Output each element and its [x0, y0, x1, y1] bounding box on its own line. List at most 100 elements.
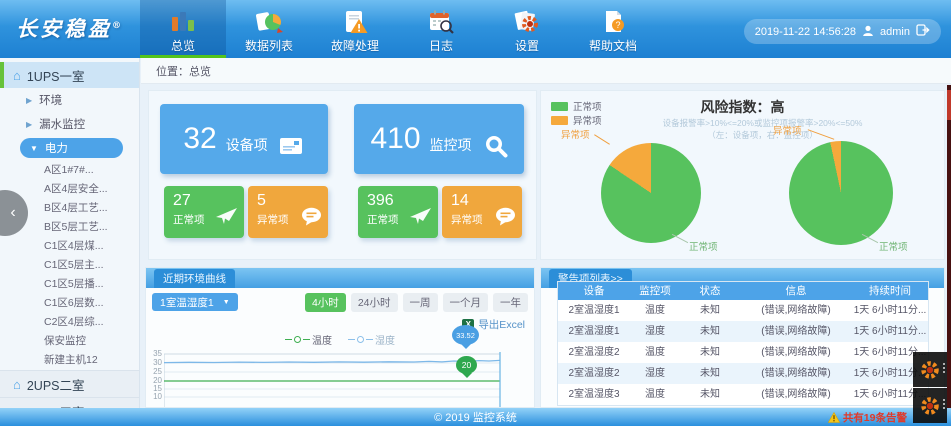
- warning-triangle-icon: [828, 412, 840, 423]
- export-excel-label: 导出Excel: [478, 317, 525, 332]
- risk-index-title: 风险指数：高: [541, 97, 944, 117]
- cell-info: (错误,网络故障): [740, 384, 852, 405]
- cell-status: 未知: [680, 342, 740, 363]
- sidebar-branch-label: 环境: [39, 92, 62, 108]
- chevron-down-icon: ▼: [223, 299, 230, 306]
- cell-duration: 1天 6小时11分...: [852, 321, 928, 342]
- device-normal-card[interactable]: 27 正常项: [164, 186, 244, 238]
- footer-bar: © 2019 监控系统 共有19条告警: [0, 408, 951, 426]
- sidebar-leaf[interactable]: C1区5层播...: [0, 275, 139, 294]
- device-count: 32: [183, 122, 216, 156]
- copyright-text: © 2019 监控系统: [434, 409, 517, 425]
- sidebar-branch-power-selected[interactable]: ▼ 电力: [20, 138, 123, 158]
- sidebar-branch-label: 电力: [45, 140, 68, 156]
- home-icon: ⌂: [13, 69, 21, 82]
- trend-line-chart[interactable]: [164, 350, 504, 408]
- table-row[interactable]: 2室温湿度3 温度 未知 (错误,网络故障) 1天 6小时11分...: [558, 384, 928, 405]
- risk-index-note: （左：设备项，右：监控项）: [581, 129, 944, 141]
- range-button-month[interactable]: 一个月: [443, 293, 489, 312]
- callout-line: [672, 234, 688, 243]
- range-button-24h[interactable]: 24小时: [351, 293, 398, 312]
- sidebar-group-2ups[interactable]: ⌂ 2UPS二室: [0, 370, 139, 397]
- table-row[interactable]: 2室温湿度2 温度 未知 (错误,网络故障) 1天 6小时11分...: [558, 342, 928, 363]
- nav-tab-settings[interactable]: 设置: [484, 0, 570, 58]
- alert-summary[interactable]: 共有19条告警: [828, 410, 907, 425]
- nav-tab-label: 数据列表: [245, 38, 293, 54]
- monitor-count: 410: [370, 122, 420, 156]
- cell-info: (错误,网络故障): [740, 342, 852, 363]
- cell-monitor: 温度: [630, 384, 680, 405]
- calendar-log-icon: [426, 6, 456, 38]
- device-abnormal-card[interactable]: 5 异常项: [248, 186, 328, 238]
- table-row[interactable]: 2室温湿度1 湿度 未知 (错误,网络故障) 1天 6小时11分...: [558, 321, 928, 342]
- overlay-gear-widget-top[interactable]: [913, 352, 947, 387]
- sidebar-leaf[interactable]: C1区4层煤...: [0, 237, 139, 256]
- alerts-table-header-row: 设备 监控项 状态 信息 持续时间: [558, 282, 928, 300]
- right-edge-strip: [947, 85, 951, 408]
- sidebar-leaf[interactable]: 新建主机12: [0, 351, 139, 370]
- cell-monitor: 温度: [630, 342, 680, 363]
- temperature-value-pin: 20: [456, 356, 477, 374]
- sensor-select-value: 1室温湿度1: [160, 295, 214, 310]
- nav-tab-help-docs[interactable]: ? 帮助文档: [570, 0, 656, 58]
- more-dots-icon: [943, 363, 945, 373]
- trend-panel: 近期环境曲线 1室温湿度1 ▼ 4小时 24小时 一周 一个月 一年 X 导出E…: [145, 267, 535, 408]
- range-button-week[interactable]: 一周: [403, 293, 438, 312]
- nav-tab-logs[interactable]: 日志: [398, 0, 484, 58]
- nav-tab-label: 总览: [171, 38, 195, 54]
- svg-text:?: ?: [615, 20, 620, 30]
- chevron-right-icon: ▶: [26, 96, 32, 105]
- monitor-abnormal-card[interactable]: 14 异常项: [442, 186, 522, 238]
- sidebar-tree: ⌂ 1UPS一室 ▶ 环境 ▶ 漏水监控 ▼ 电力 A区1#7#... A区4层…: [0, 58, 140, 408]
- alert-summary-text: 共有19条告警: [843, 410, 907, 425]
- nav-tab-fault-handling[interactable]: 故障处理: [312, 0, 398, 58]
- column-header: 设备: [558, 282, 630, 300]
- table-row[interactable]: 2室温湿度1 温度 未知 (错误,网络故障) 1天 6小时11分...: [558, 300, 928, 321]
- app-logo: 长安稳盈®: [16, 13, 121, 43]
- pie-chart-icon: [254, 6, 284, 38]
- sidebar-group-3ups[interactable]: ⌂ 3UPS三室: [0, 397, 139, 408]
- trend-panel-header: 近期环境曲线: [146, 268, 534, 288]
- pie-callout-abnormal: 异常项: [773, 123, 802, 137]
- cell-info: (错误,网络故障): [740, 363, 852, 384]
- cell-status: 未知: [680, 321, 740, 342]
- nav-tab-data-list[interactable]: 数据列表: [226, 0, 312, 58]
- legend-temperature[interactable]: 温度: [285, 332, 332, 347]
- sidebar-branch-environment[interactable]: ▶ 环境: [0, 88, 139, 112]
- pie-callout-normal: 正常项: [689, 239, 718, 253]
- sidebar-leaf[interactable]: C1区6层数...: [0, 294, 139, 313]
- chat-bubble-icon: [301, 207, 323, 231]
- sidebar-leaf[interactable]: 保安监控: [0, 332, 139, 351]
- user-session-pill: 2019-11-22 14:56:28 admin: [744, 19, 941, 44]
- sidebar-leaf[interactable]: C1区5层主...: [0, 256, 139, 275]
- username-text[interactable]: admin: [880, 26, 910, 38]
- logout-icon[interactable]: [916, 24, 930, 39]
- risk-panel: 正常项 异常项 风险指数：高 设备报警率>10%<=20%或监控项报警率>20%…: [540, 90, 945, 260]
- monitor-count-card[interactable]: 410 监控项: [354, 104, 524, 174]
- chevron-down-icon: ▼: [30, 144, 38, 153]
- legend-humidity[interactable]: 湿度: [348, 332, 395, 347]
- cell-info: (错误,网络故障): [740, 321, 852, 342]
- sidebar-branch-leak-monitor[interactable]: ▶ 漏水监控: [0, 112, 139, 136]
- breadcrumb-label: 位置：总览: [156, 63, 211, 79]
- nav-tab-overview[interactable]: 总览: [140, 0, 226, 58]
- sidebar-leaf[interactable]: A区1#7#...: [0, 161, 139, 180]
- cell-device: 2室温湿度3: [558, 384, 630, 405]
- overlay-gear-widget-bottom[interactable]: [913, 388, 947, 423]
- alerts-table: 设备 监控项 状态 信息 持续时间 2室温湿度1 温度 未知 (错误,网络故障)…: [557, 281, 929, 406]
- device-count-card[interactable]: 32 设备项: [160, 104, 328, 174]
- monitor-normal-card[interactable]: 396 正常项: [358, 186, 438, 238]
- sidebar-group-1ups[interactable]: ⌂ 1UPS一室: [0, 62, 139, 88]
- sidebar-leaf[interactable]: C2区4层综...: [0, 313, 139, 332]
- range-button-4h[interactable]: 4小时: [305, 293, 346, 312]
- device-risk-pie[interactable]: [601, 143, 701, 243]
- monitor-risk-pie[interactable]: [789, 141, 893, 245]
- cell-monitor: 湿度: [630, 321, 680, 342]
- cell-monitor: 湿度: [630, 363, 680, 384]
- cell-device: 2室温湿度2: [558, 342, 630, 363]
- sensor-select-dropdown[interactable]: 1室温湿度1 ▼: [152, 293, 238, 311]
- fault-document-icon: [340, 6, 370, 38]
- cell-device: 2室温湿度1: [558, 300, 630, 321]
- range-button-year[interactable]: 一年: [493, 293, 528, 312]
- table-row[interactable]: 2室温湿度2 湿度 未知 (错误,网络故障) 1天 6小时11分...: [558, 363, 928, 384]
